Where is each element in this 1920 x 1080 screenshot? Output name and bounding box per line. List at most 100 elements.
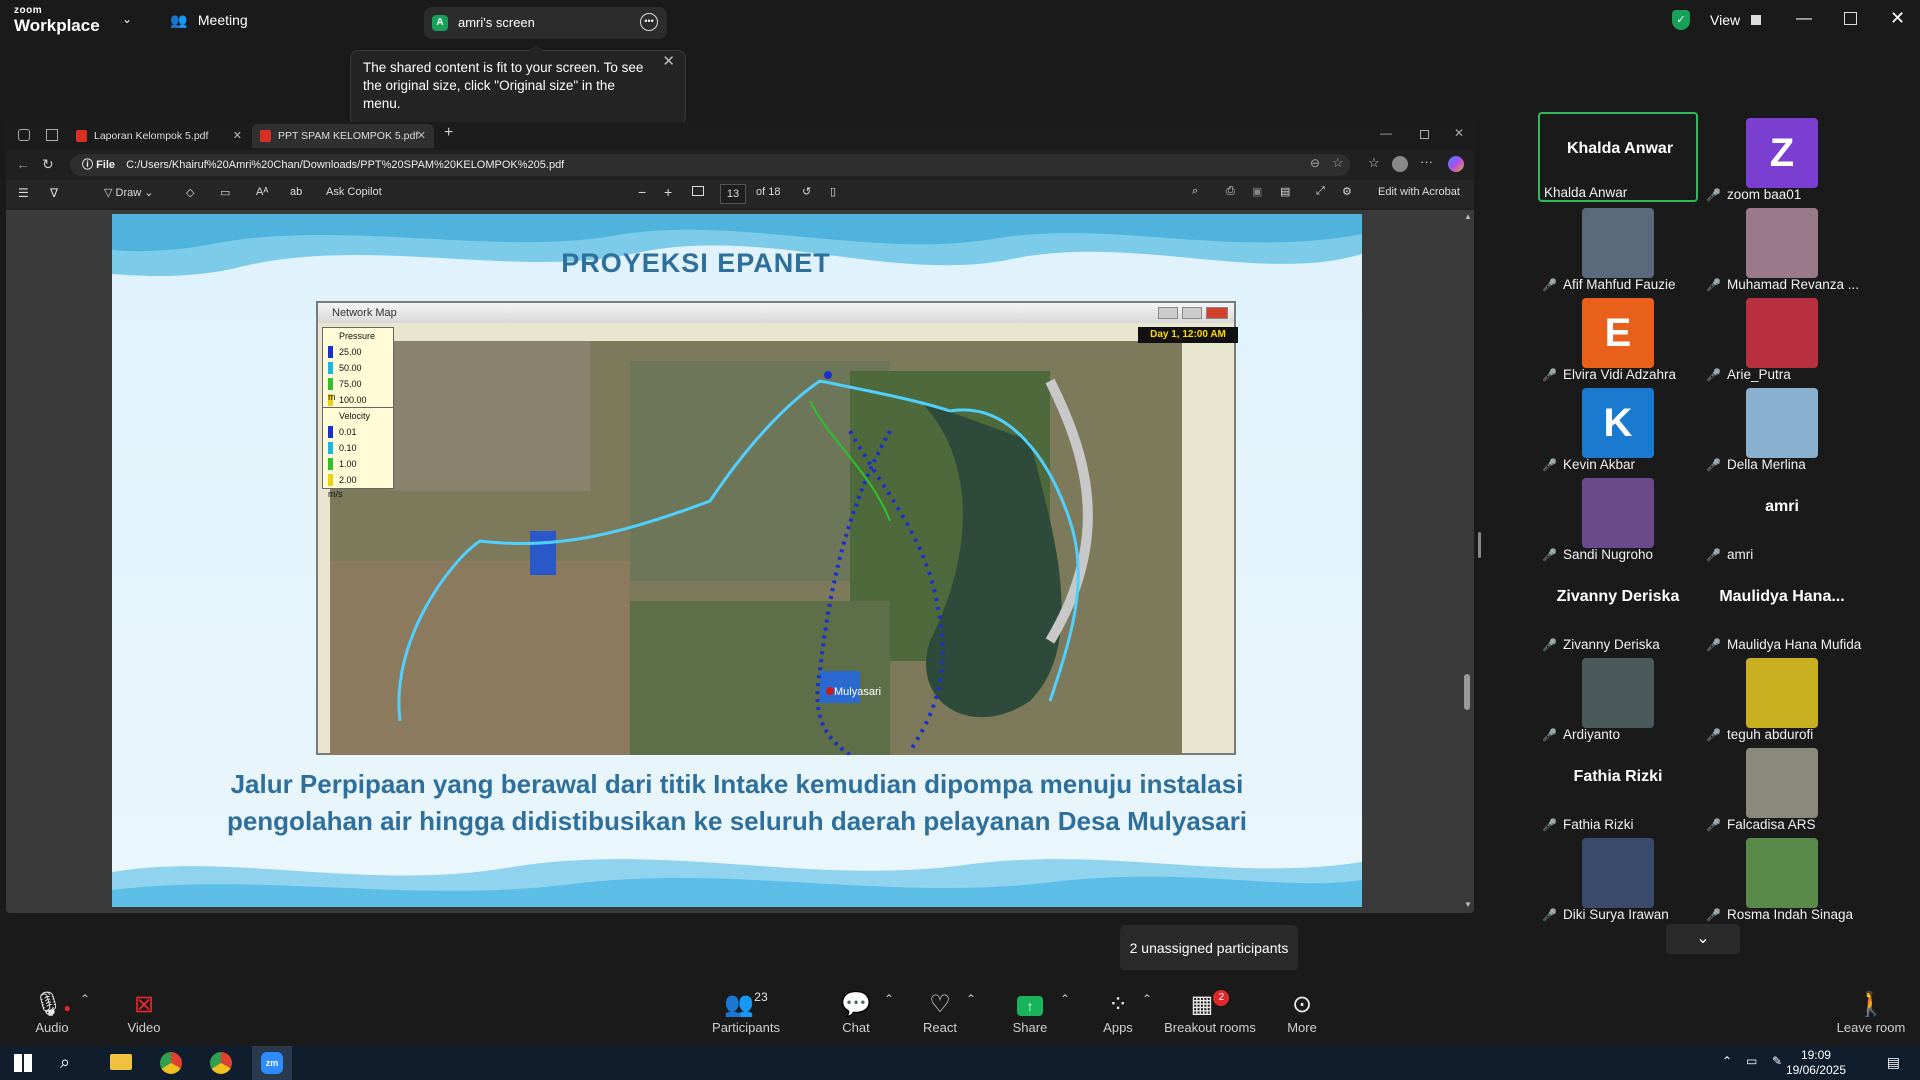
network-icon[interactable]: ▭ [1746,1054,1757,1068]
people-icon: 👥 [170,12,188,28]
tab-laporan[interactable]: Laporan Kelompok 5.pdf ✕ [68,124,250,148]
window-close-icon[interactable]: ✕ [1454,126,1464,140]
reload-icon[interactable]: ↻ [42,156,54,173]
more-button[interactable]: ⊙ More [1262,990,1342,1035]
taskbar-search-icon[interactable]: ⌕ [60,1052,70,1073]
print-icon[interactable]: ⎙ [1226,185,1235,198]
participant-tile[interactable]: Khalda Anwar Khalda Anwar [1538,112,1698,202]
fullscreen-icon[interactable]: ⤢ [1316,185,1325,198]
view-button[interactable]: View [1710,12,1761,30]
contents-icon[interactable]: ☰ [18,186,29,200]
meeting-menu[interactable]: 👥 Meeting [170,12,248,30]
maximize-icon[interactable] [1844,12,1857,25]
participant-tile[interactable]: K 🎤 Kevin Akbar [1538,382,1698,472]
close-tooltip-icon[interactable]: ✕ [662,53,675,71]
share-button[interactable]: ↑ Share [990,990,1070,1035]
profile-avatar[interactable] [1392,156,1408,172]
participant-tile[interactable]: 🎤 Arie_Putra [1702,292,1862,382]
fit-page-icon[interactable] [692,186,704,196]
settings-icon[interactable]: ⚙ [1342,185,1352,198]
scroll-thumb[interactable] [1464,674,1470,710]
scroll-up-icon[interactable]: ▲ [1464,212,1472,221]
more-options-icon[interactable]: ••• [640,13,658,31]
highlight-icon[interactable]: ∇ [50,186,58,200]
share-pill[interactable]: A amri's screen ••• [424,7,667,39]
participant-tile[interactable]: 🎤 Ardiyanto [1538,652,1698,742]
window-restore-icon[interactable] [1420,130,1429,139]
save-as-icon[interactable]: ▤ [1280,185,1290,198]
read-aloud-icon[interactable]: Aᴬ [256,186,268,198]
tab-actions-icon[interactable] [46,129,58,141]
new-tab-icon[interactable]: + [444,124,453,142]
chrome-profile-icon[interactable] [210,1052,232,1074]
minimize-icon[interactable]: — [1796,10,1812,28]
draw-button[interactable]: ▽ Draw ⌄ [104,186,153,199]
translate-icon[interactable]: ab [290,186,302,198]
ask-copilot-button[interactable]: Ask Copilot [326,186,382,198]
chat-options-chevron-icon[interactable]: ⌃ [884,992,894,1006]
zoom-out-icon[interactable]: − [638,184,646,200]
participant-tile[interactable]: amri 🎤 amri [1702,472,1862,562]
favorite-star-icon[interactable]: ☆ [1332,155,1344,171]
participant-tile[interactable]: Zivanny Deriska 🎤 Zivanny Deriska [1538,562,1698,652]
copilot-icon[interactable] [1448,156,1464,172]
participant-tile[interactable]: E 🎤 Elvira Vidi Adzahra [1538,292,1698,382]
save-icon[interactable]: ▣ [1252,185,1262,198]
participant-tile[interactable]: 🎤 Diki Surya Irawan [1538,832,1698,922]
participant-tile[interactable]: 🎤 Falcadisa ARS [1702,742,1862,832]
participant-display-name: amri [1765,498,1799,515]
gallery-scroll-down-icon[interactable]: ⌄ [1666,924,1740,954]
pdf-icon [260,130,271,142]
file-explorer-icon[interactable] [110,1054,132,1070]
draw-label: Draw [115,187,142,199]
taskbar-clock[interactable]: 19:09 19/06/2025 [1786,1048,1846,1078]
participant-tile[interactable]: Fathia Rizki 🎤 Fathia Rizki [1538,742,1698,832]
page-number-input[interactable]: 13 [720,184,746,204]
panel-resize-handle[interactable] [1478,532,1481,558]
tray-chevron-icon[interactable]: ⌃ [1722,1054,1732,1068]
participant-tile[interactable]: 🎤 Rosma Indah Sinaga [1702,832,1862,922]
scroll-down-icon[interactable]: ▼ [1464,900,1472,909]
window-minimize-icon[interactable]: — [1380,126,1392,140]
search-icon[interactable]: ⌕ [1192,185,1198,198]
chevron-down-icon[interactable]: ⌄ [122,12,132,26]
workspaces-icon[interactable] [18,129,30,141]
zoom-in-icon[interactable]: + [664,184,672,200]
zoom-taskbar-item[interactable]: zm [252,1046,292,1080]
leave-room-button[interactable]: 🚶 Leave room [1826,990,1916,1035]
close-tab-icon[interactable]: ✕ [233,124,242,148]
windows-start-icon[interactable] [14,1054,32,1072]
tab-ppt-spam[interactable]: PPT SPAM KELOMPOK 5.pdf ✕ [252,124,434,148]
breakout-rooms-button[interactable]: ▦ 2 Breakout rooms [1160,990,1260,1035]
text-icon[interactable]: ▭ [220,186,230,199]
participant-tile[interactable]: 🎤 Muhamad Revanza ... [1702,202,1862,292]
participant-tile[interactable]: 🎤 Afif Mahfud Fauzie [1538,202,1698,292]
pdf-scrollbar[interactable]: ▲ ▼ [1464,212,1472,910]
favorites-icon[interactable]: ☆ [1368,155,1380,171]
back-icon[interactable]: ← [16,156,30,172]
pen-icon[interactable]: ✎ [1772,1054,1782,1068]
participant-tile[interactable]: Z 🎤 zoom baa01 [1702,112,1862,202]
apps-options-chevron-icon[interactable]: ⌃ [1142,992,1152,1006]
edit-with-acrobat-button[interactable]: Edit with Acrobat [1378,186,1460,198]
zoom-page-icon[interactable]: ⊖ [1310,156,1320,170]
browser-menu-icon[interactable]: ··· [1420,154,1433,169]
page-view-icon[interactable]: ▯ [830,185,836,198]
participants-button[interactable]: 👥23 Participants [706,990,786,1035]
audio-options-chevron-icon[interactable]: ⌃ [80,992,90,1006]
participant-tile[interactable]: 🎤 teguh abdurofi [1702,652,1862,742]
chrome-icon[interactable] [160,1052,182,1074]
video-button[interactable]: ⊠ Video [104,990,184,1035]
share-options-chevron-icon[interactable]: ⌃ [1060,992,1070,1006]
close-icon[interactable]: ✕ [1890,8,1905,29]
close-tab-icon[interactable]: ✕ [417,124,426,148]
eraser-icon[interactable]: ◇ [186,186,194,199]
participant-tile[interactable]: 🎤 Sandi Nugroho [1538,472,1698,562]
react-options-chevron-icon[interactable]: ⌃ [966,992,976,1006]
participant-tile[interactable]: 🎤 Della Merlina [1702,382,1862,472]
participant-tile[interactable]: Maulidya Hana... 🎤 Maulidya Hana Mufida [1702,562,1862,652]
notifications-icon[interactable]: ▤ [1887,1054,1900,1071]
shield-icon[interactable]: ✓ [1672,10,1690,30]
rotate-icon[interactable]: ↺ [802,185,811,198]
address-bar[interactable]: ⓘ File C:/Users/Khairuf%20Amri%20Chan/Do… [70,154,1350,176]
